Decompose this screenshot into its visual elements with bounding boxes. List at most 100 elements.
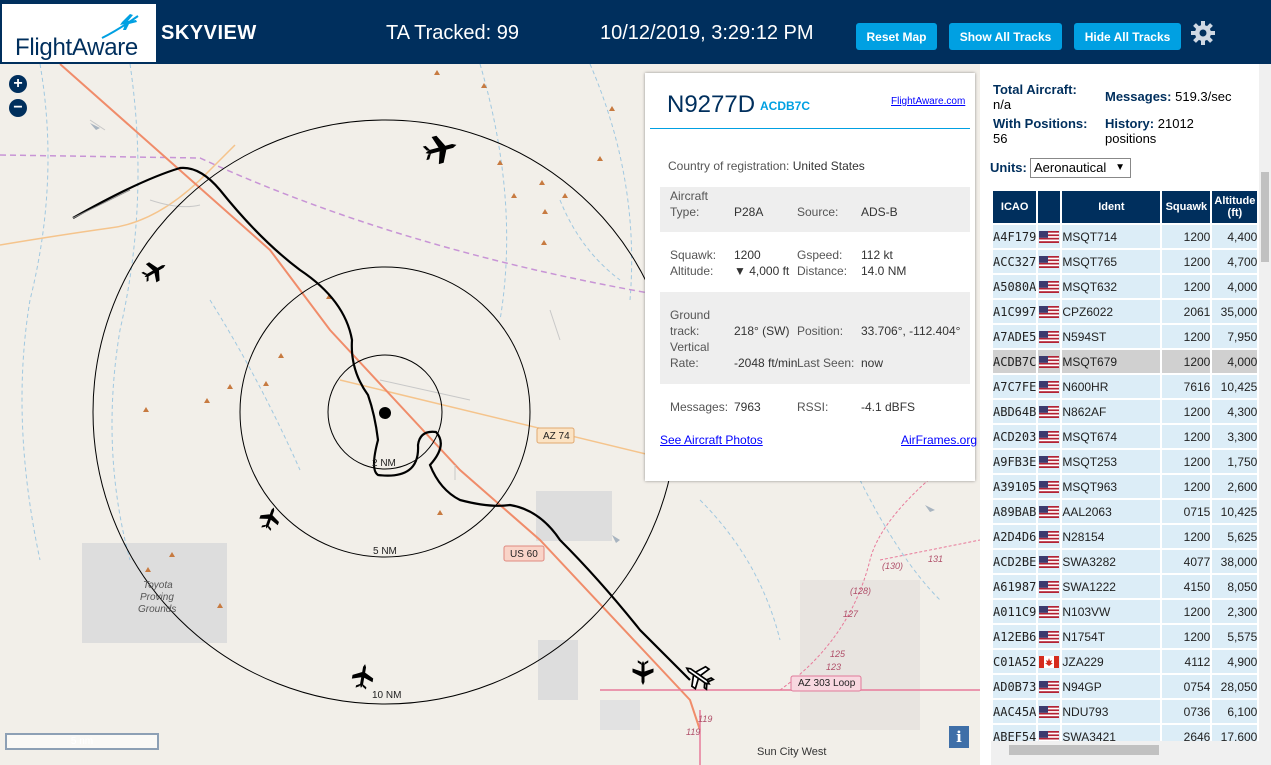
az74-label: AZ 74 (543, 431, 570, 442)
cell-icao: A011C9 (993, 600, 1037, 623)
flightaware-logo[interactable]: FlightAware (2, 4, 156, 62)
cell-squawk: 1200 (1162, 450, 1211, 473)
popup-icao: ACDB7C (760, 99, 811, 113)
cell-altitude: 35,000 (1212, 300, 1258, 323)
col-altitude[interactable]: Altitude (ft) (1212, 191, 1258, 223)
table-row[interactable]: A7ADE5 N594ST 1200 7,950 (993, 325, 1258, 348)
table-row[interactable]: ACD203 MSQT674 1200 3,300 (993, 425, 1258, 448)
cell-ident: MSQT765 (1062, 250, 1161, 273)
table-row[interactable]: AD0B73 N94GP 0754 28,050 (993, 675, 1258, 698)
clock-datetime: 10/12/2019, 3:29:12 PM (600, 22, 814, 44)
vertical-rate-label-2: Rate: (670, 356, 699, 370)
cell-ident: MSQT714 (1062, 225, 1161, 248)
table-row[interactable]: AAC45A NDU793 0736 6,100 (993, 700, 1258, 723)
zoom-in-button[interactable]: + (9, 75, 27, 93)
table-row[interactable]: ABD64B N862AF 1200 4,300 (993, 400, 1258, 423)
tracked-count: TA Tracked: 99 (386, 22, 520, 44)
units-select[interactable]: Aeronautical ▼ (1030, 158, 1131, 178)
gspeed-value: 112 kt (861, 248, 893, 262)
route-131-label: 131 (928, 554, 944, 564)
table-row[interactable]: ACDB7C MSQT679 1200 4,000 (993, 350, 1258, 373)
table-row[interactable]: A61987 SWA1222 4150 8,050 (993, 575, 1258, 598)
cell-altitude: 38,000 (1212, 550, 1258, 573)
flag-icon (1038, 300, 1061, 323)
cell-squawk: 0754 (1162, 675, 1211, 698)
show-all-tracks-button[interactable]: Show All Tracks (949, 23, 1062, 50)
squawk-value: 1200 (734, 248, 761, 262)
cell-altitude: 4,300 (1212, 400, 1258, 423)
cell-icao: C01A52 (993, 650, 1037, 673)
route-119-label: 119 (698, 714, 713, 724)
table-row[interactable]: ACC327 MSQT765 1200 4,700 (993, 250, 1258, 273)
rssi-value: -4.1 dBFS (861, 400, 916, 414)
col-squawk[interactable]: Squawk (1162, 191, 1211, 223)
table-row[interactable]: A89BAB AAL2063 0715 10,425 (993, 500, 1258, 523)
cell-ident: CPZ6022 (1062, 300, 1161, 323)
aircraft-list-panel: Total Aircraft: n/a Messages: 519.3/sec … (980, 64, 1271, 765)
cell-icao: ABD64B (993, 400, 1037, 423)
table-row[interactable]: A4F179 MSQT714 1200 4,400 (993, 225, 1258, 248)
col-icao[interactable]: ICAO (993, 191, 1037, 223)
cell-squawk: 0736 (1162, 700, 1211, 723)
flag-icon (1038, 675, 1061, 698)
cell-icao: A12EB6 (993, 625, 1037, 648)
airframes-link[interactable]: AirFrames.org (901, 433, 977, 447)
flag-icon (1038, 550, 1061, 573)
popup-section-track (660, 292, 970, 384)
hide-all-tracks-button[interactable]: Hide All Tracks (1074, 23, 1181, 50)
table-row[interactable]: A011C9 N103VW 1200 2,300 (993, 600, 1258, 623)
source-label: Source: (797, 205, 839, 219)
table-row[interactable]: C01A52 JZA229 4112 4,900 (993, 650, 1258, 673)
cell-ident: JZA229 (1062, 650, 1161, 673)
altitude-label: Altitude: (670, 264, 714, 278)
cell-icao: A7ADE5 (993, 325, 1037, 348)
table-row[interactable]: A5080A MSQT632 1200 4,000 (993, 275, 1258, 298)
panel-vertical-scrollbar[interactable] (1259, 64, 1271, 765)
cell-altitude: 6,100 (1212, 700, 1258, 723)
cell-altitude: 10,425 (1212, 375, 1258, 398)
cell-icao: A2D4D6 (993, 525, 1037, 548)
route-127-label: 127 (843, 609, 859, 619)
cell-ident: SWA3282 (1062, 550, 1161, 573)
az303-label: AZ 303 Loop (798, 678, 856, 689)
cell-icao: ACD203 (993, 425, 1037, 448)
cell-squawk: 1200 (1162, 425, 1211, 448)
map-scale-bar: 5 nm (5, 733, 159, 750)
cell-squawk: 4150 (1162, 575, 1211, 598)
cell-ident: MSQT679 (1062, 350, 1161, 373)
col-ident[interactable]: Ident (1062, 191, 1161, 223)
position-value: 33.706°, -112.404° (861, 324, 961, 338)
table-row[interactable]: A1C997 CPZ6022 2061 35,000 (993, 300, 1258, 323)
table-header-row: ICAO Ident Squawk Altitude (ft) (993, 191, 1258, 223)
route-119-label-2: 119 (686, 727, 701, 737)
gear-icon[interactable] (1190, 20, 1216, 46)
with-positions-value: 56 (993, 131, 1008, 146)
table-row[interactable]: A2D4D6 N28154 1200 5,625 (993, 525, 1258, 548)
cell-icao: A4F179 (993, 225, 1037, 248)
col-altitude-unit: (ft) (1227, 207, 1243, 219)
urban-block (538, 640, 578, 700)
table-row[interactable]: A12EB6 N1754T 1200 5,575 (993, 625, 1258, 648)
messages-rate-value: 519.3/sec (1175, 89, 1232, 104)
total-aircraft-value: n/a (993, 97, 1012, 112)
aircraft-photos-link[interactable]: See Aircraft Photos (660, 433, 763, 447)
table-row[interactable]: A9FB3E MSQT253 1200 1,750 (993, 450, 1258, 473)
cell-altitude: 4,000 (1212, 350, 1258, 373)
table-row[interactable]: A7C7FE N600HR 7616 10,425 (993, 375, 1258, 398)
map-info-button[interactable]: i (949, 726, 969, 748)
table-row[interactable]: ACD2BE SWA3282 4077 38,000 (993, 550, 1258, 573)
table-hscroll-thumb[interactable] (1009, 745, 1159, 755)
flag-icon (1038, 625, 1061, 648)
reset-map-button[interactable]: Reset Map (856, 23, 937, 50)
panel-scroll-thumb[interactable] (1261, 172, 1269, 262)
cell-altitude: 28,050 (1212, 675, 1258, 698)
zoom-out-button[interactable]: − (9, 99, 27, 117)
cell-ident: MSQT674 (1062, 425, 1161, 448)
table-horizontal-scrollbar[interactable] (991, 741, 1259, 765)
dropdown-arrow-icon: ▼ (1115, 162, 1125, 173)
aircraft-type-label-2: Type: (670, 205, 700, 219)
col-flag[interactable] (1038, 191, 1061, 223)
table-row[interactable]: A39105 MSQT963 1200 2,600 (993, 475, 1258, 498)
flightaware-link[interactable]: FlightAware.com (891, 96, 965, 107)
cell-squawk: 1200 (1162, 250, 1211, 273)
